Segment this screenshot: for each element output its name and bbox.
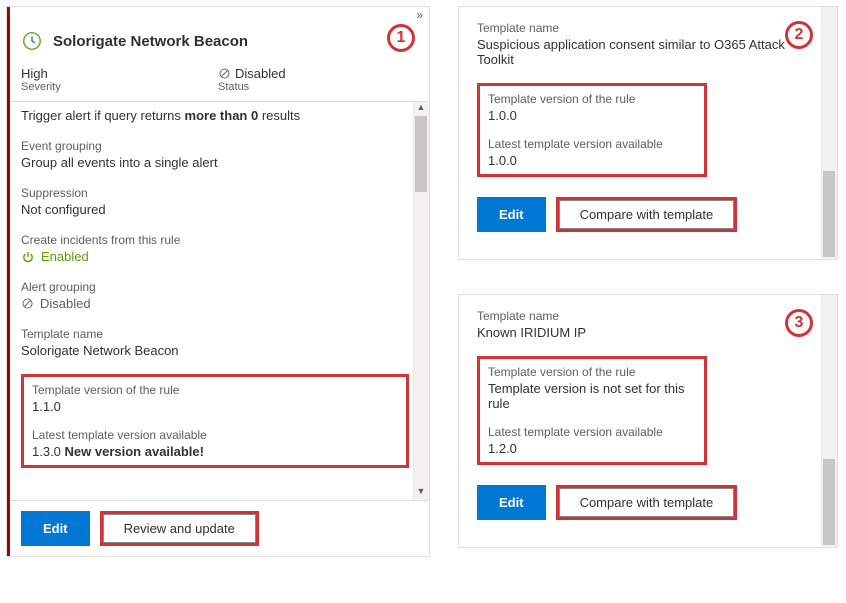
latest-version-value: 1.0.0 [488, 153, 696, 168]
panel-header: Solorigate Network Beacon 1 [7, 22, 429, 62]
version-highlight: Template version of the rule 1.1.0 Lates… [21, 374, 409, 468]
status-label: Status [218, 81, 415, 93]
event-grouping-label: Event grouping [21, 139, 409, 153]
template-name-value: Known IRIDIUM IP [477, 325, 817, 340]
edit-button[interactable]: Edit [21, 511, 90, 546]
template-version-label: Template version of the rule [488, 365, 696, 379]
power-on-icon [21, 250, 35, 264]
version-highlight: Template version of the rule Template ve… [477, 356, 707, 465]
edit-button[interactable]: Edit [477, 197, 546, 232]
incidents-label: Create incidents from this rule [21, 233, 409, 247]
scrollbar[interactable]: ▲ ▼ [413, 102, 429, 500]
review-update-button[interactable]: Review and update [103, 514, 256, 543]
template-version-value: 1.1.0 [32, 399, 398, 414]
compare-template-button[interactable]: Compare with template [559, 200, 735, 229]
disabled-icon [218, 67, 231, 80]
template-name-label: Template name [477, 21, 817, 35]
compare-highlight: Compare with template [556, 197, 738, 232]
scroll-thumb[interactable] [415, 116, 427, 192]
callout-badge-2: 2 [785, 21, 813, 49]
suppression-label: Suppression [21, 186, 409, 200]
edit-button[interactable]: Edit [477, 485, 546, 520]
suppression-value: Not configured [21, 202, 409, 217]
template-version-value: 1.0.0 [488, 108, 696, 123]
scroll-down-icon[interactable]: ▼ [415, 486, 427, 500]
review-highlight: Review and update [100, 511, 259, 546]
latest-version-label: Latest template version available [32, 428, 398, 442]
torn-edge [459, 6, 837, 14]
scroll-thumb[interactable] [823, 171, 835, 257]
callout-badge-3: 3 [785, 309, 813, 337]
version-highlight: Template version of the rule 1.0.0 Lates… [477, 83, 707, 177]
details-scroll: ▲ ▼ Trigger alert if query returns more … [7, 102, 429, 500]
severity-label: Severity [21, 81, 218, 93]
template-version-value: Template version is not set for this rul… [488, 381, 696, 411]
rule-detail-panel: » Solorigate Network Beacon 1 High Sever… [6, 6, 430, 557]
trigger-line: Trigger alert if query returns more than… [21, 108, 409, 123]
template-name-label: Template name [21, 327, 409, 341]
latest-version-value: 1.3.0 New version available! [32, 444, 398, 459]
scroll-up-icon[interactable]: ▲ [415, 102, 427, 116]
torn-edge [459, 294, 837, 302]
scroll-thumb[interactable] [823, 459, 835, 545]
disabled-icon [21, 297, 34, 310]
template-name-label: Template name [477, 309, 817, 323]
compare-highlight: Compare with template [556, 485, 738, 520]
status-value: Disabled [218, 66, 415, 81]
scrollbar[interactable] [821, 7, 837, 259]
template-card: 3 Template name Known IRIDIUM IP Templat… [458, 294, 838, 548]
template-name-value: Solorigate Network Beacon [21, 343, 409, 358]
latest-version-label: Latest template version available [488, 425, 696, 439]
latest-version-label: Latest template version available [488, 137, 696, 151]
incidents-value: Enabled [21, 249, 409, 264]
scrollbar[interactable] [821, 295, 837, 547]
rule-title: Solorigate Network Beacon [53, 33, 248, 50]
collapse-icon[interactable]: » [7, 7, 429, 22]
alert-grouping-value: Disabled [21, 296, 409, 311]
scheduled-rule-icon [21, 30, 43, 52]
callout-badge-1: 1 [387, 24, 415, 52]
template-card: 2 Template name Suspicious application c… [458, 6, 838, 260]
latest-version-value: 1.2.0 [488, 441, 696, 456]
compare-template-button[interactable]: Compare with template [559, 488, 735, 517]
event-grouping-value: Group all events into a single alert [21, 155, 409, 170]
template-name-value: Suspicious application consent similar t… [477, 37, 817, 67]
alert-grouping-label: Alert grouping [21, 280, 409, 294]
severity-value: High [21, 66, 218, 81]
template-version-label: Template version of the rule [488, 92, 696, 106]
summary-row: High Severity Disabled Status [7, 62, 429, 101]
template-version-label: Template version of the rule [32, 383, 398, 397]
